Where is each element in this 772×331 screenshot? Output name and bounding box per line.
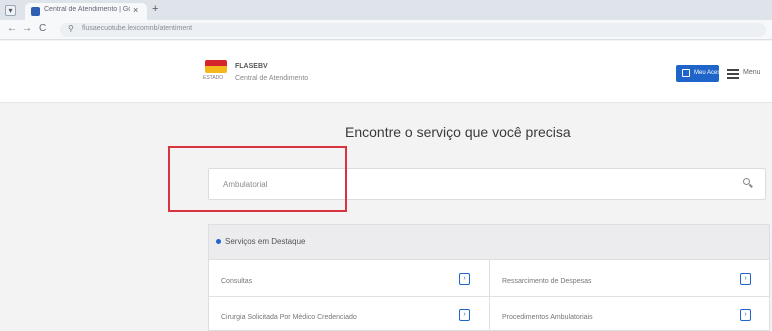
window-menu-button[interactable]: ▾ bbox=[5, 5, 16, 16]
service-label: Consultas bbox=[221, 278, 253, 285]
tab-title: Central de Atendimento | Gov bbox=[44, 6, 130, 13]
chevron-right-icon[interactable]: › bbox=[740, 309, 751, 321]
highlight-annotation-box bbox=[168, 146, 347, 212]
service-item-ressarcimento[interactable]: Ressarcimento de Despesas › bbox=[490, 260, 760, 296]
search-icon[interactable] bbox=[743, 178, 753, 188]
login-button[interactable]: Meu Acesso bbox=[676, 65, 727, 82]
chevron-right-icon[interactable]: › bbox=[459, 273, 470, 285]
login-label: Meu Acesso bbox=[694, 70, 727, 76]
reload-icon[interactable]: C bbox=[39, 23, 46, 34]
service-item-cirurgia[interactable]: Cirurgia Solicitada Por Médico Credencia… bbox=[209, 296, 479, 331]
site-header: ESTADO FLASEBV Central de Atendimento Me… bbox=[0, 41, 772, 103]
service-item-consultas[interactable]: Consultas › bbox=[209, 260, 479, 296]
back-arrow-icon[interactable]: ← bbox=[7, 23, 17, 34]
state-flag-logo[interactable] bbox=[205, 60, 227, 73]
page-heading: Encontre o serviço que você precisa bbox=[345, 124, 571, 140]
menu-label[interactable]: Menu bbox=[743, 69, 761, 76]
hamburger-menu-icon[interactable] bbox=[727, 69, 739, 79]
browser-tab-bar: ▾ Central de Atendimento | Gov × + bbox=[0, 0, 772, 20]
chevron-right-icon[interactable]: › bbox=[459, 309, 470, 321]
site-favicon-icon bbox=[31, 7, 40, 16]
logo-caption: ESTADO bbox=[203, 75, 224, 81]
login-icon bbox=[682, 69, 690, 77]
new-tab-button[interactable]: + bbox=[152, 3, 158, 15]
brand-name[interactable]: FLASEBV bbox=[235, 63, 268, 70]
featured-services-title: Serviços em Destaque bbox=[225, 237, 306, 246]
url-field[interactable]: ⚲ flusaecuotube.lexcomnb/atentiment bbox=[60, 23, 766, 37]
browser-address-bar: ← → C ⚲ flusaecuotube.lexcomnb/atentimen… bbox=[0, 20, 772, 40]
service-label: Procedimentos Ambulatoriais bbox=[502, 314, 593, 321]
brand-subtitle: Central de Atendimento bbox=[235, 75, 309, 82]
forward-arrow-icon[interactable]: → bbox=[22, 23, 32, 34]
service-item-procedimentos[interactable]: Procedimentos Ambulatoriais › bbox=[490, 296, 760, 331]
featured-services-panel: Serviços em Destaque Consultas › Ressarc… bbox=[208, 224, 770, 331]
bullet-dot-icon bbox=[216, 239, 221, 244]
tab-close-icon[interactable]: × bbox=[133, 5, 138, 15]
url-text: flusaecuotube.lexcomnb/atentiment bbox=[82, 25, 193, 32]
site-info-icon[interactable]: ⚲ bbox=[68, 24, 74, 33]
service-label: Ressarcimento de Despesas bbox=[502, 278, 592, 285]
browser-tab[interactable]: Central de Atendimento | Gov × bbox=[25, 3, 147, 20]
service-label: Cirurgia Solicitada Por Médico Credencia… bbox=[221, 314, 357, 321]
featured-services-header: Serviços em Destaque bbox=[209, 225, 769, 260]
chevron-right-icon[interactable]: › bbox=[740, 273, 751, 285]
